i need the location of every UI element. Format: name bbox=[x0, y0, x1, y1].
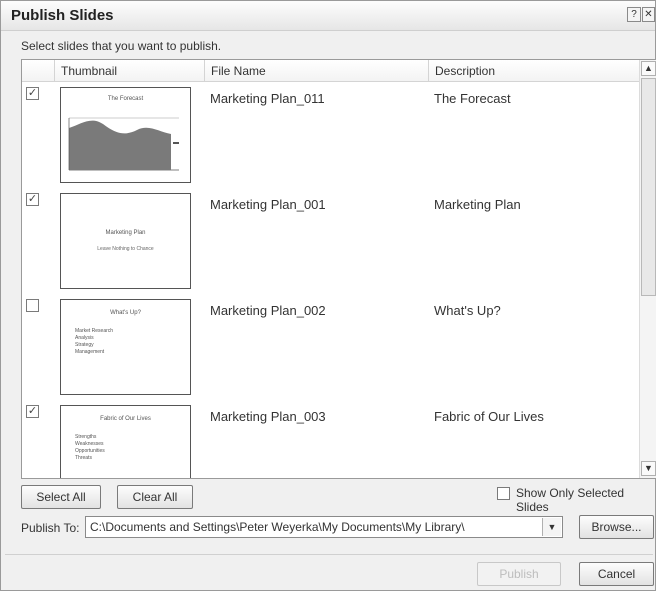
description-cell: The Forecast bbox=[434, 91, 511, 106]
publish-to-label: Publish To: bbox=[21, 521, 80, 535]
thumbnail-bullet: Strengths bbox=[75, 434, 97, 440]
thumbnail-subtitle: Leave Nothing to Chance bbox=[97, 246, 154, 252]
thumbnail-bullet: Threats bbox=[75, 455, 92, 461]
thumbnail-bullet: Analysis bbox=[75, 335, 94, 341]
clear-all-button[interactable]: Clear All bbox=[117, 485, 193, 509]
slide-checkbox[interactable]: ✓ bbox=[26, 405, 39, 418]
slide-thumbnail: What's Up? Market Research Analysis Stra… bbox=[60, 299, 191, 395]
file-name-cell: Marketing Plan_003 bbox=[210, 409, 326, 424]
slide-thumbnail: Marketing Plan Leave Nothing to Chance bbox=[60, 193, 191, 289]
cancel-button[interactable]: Cancel bbox=[579, 562, 654, 586]
description-cell: Fabric of Our Lives bbox=[434, 409, 544, 424]
description-cell: Marketing Plan bbox=[434, 197, 521, 212]
publish-to-input[interactable] bbox=[88, 518, 540, 536]
scroll-up-arrow-icon[interactable]: ▲ bbox=[641, 61, 656, 76]
slide-row[interactable]: ✓ The Forecast Marketing Plan_011 The Fo… bbox=[22, 83, 639, 189]
browse-button[interactable]: Browse... bbox=[579, 515, 654, 539]
thumbnail-title: Marketing Plan bbox=[105, 230, 146, 236]
grid-header: Thumbnail File Name Description bbox=[22, 60, 639, 82]
thumbnail-bullet: Opportunities bbox=[75, 448, 105, 454]
slide-thumbnail: The Forecast bbox=[60, 87, 191, 183]
thumbnail-bullet: Management bbox=[75, 349, 105, 355]
close-icon[interactable]: ✕ bbox=[642, 7, 655, 22]
thumbnail-chart bbox=[68, 117, 179, 171]
title-bar: Publish Slides ? ✕ bbox=[1, 1, 655, 31]
dialog-title: Publish Slides bbox=[11, 7, 114, 24]
scroll-down-arrow-icon[interactable]: ▼ bbox=[641, 461, 656, 476]
thumbnail-bullet: Market Research bbox=[75, 328, 114, 334]
slide-row[interactable]: What's Up? Market Research Analysis Stra… bbox=[22, 295, 639, 401]
thumbnail-bullet: Strategy bbox=[75, 342, 94, 348]
publish-to-combobox[interactable]: ▼ bbox=[85, 516, 563, 538]
slide-thumbnail: Fabric of Our Lives Strengths Weaknesses… bbox=[60, 405, 191, 478]
thumbnail-title: What's Up? bbox=[110, 310, 141, 316]
slides-grid: Thumbnail File Name Description ✓ The Fo… bbox=[21, 59, 656, 479]
scrollbar-thumb[interactable] bbox=[641, 78, 656, 296]
thumbnail-bullet: Weaknesses bbox=[75, 441, 104, 447]
file-name-cell: Marketing Plan_011 bbox=[210, 91, 325, 106]
divider bbox=[5, 554, 653, 555]
thumbnail-bullets: Strengths Weaknesses Opportunities Threa… bbox=[69, 434, 105, 462]
publish-button[interactable]: Publish bbox=[477, 562, 561, 586]
column-header-description[interactable]: Description bbox=[428, 60, 639, 82]
publish-slides-dialog: Publish Slides ? ✕ Select slides that yo… bbox=[0, 0, 656, 591]
file-name-cell: Marketing Plan_001 bbox=[210, 197, 326, 212]
thumbnail-title: Fabric of Our Lives bbox=[100, 416, 151, 422]
chevron-down-icon[interactable]: ▼ bbox=[542, 518, 561, 536]
description-cell: What's Up? bbox=[434, 303, 501, 318]
slide-checkbox[interactable]: ✓ bbox=[26, 87, 39, 100]
show-only-selected-label[interactable]: Show Only Selected Slides bbox=[516, 486, 655, 514]
slide-checkbox[interactable] bbox=[26, 299, 39, 312]
show-only-selected-checkbox[interactable] bbox=[497, 487, 510, 500]
instruction-text: Select slides that you want to publish. bbox=[21, 39, 222, 53]
question-icon[interactable]: ? bbox=[627, 7, 641, 22]
vertical-scrollbar[interactable]: ▲ ▼ bbox=[639, 60, 656, 478]
slide-row[interactable]: ✓ Marketing Plan Leave Nothing to Chance… bbox=[22, 189, 639, 295]
slide-row[interactable]: ✓ Fabric of Our Lives Strengths Weakness… bbox=[22, 401, 639, 478]
select-all-button[interactable]: Select All bbox=[21, 485, 101, 509]
slide-checkbox[interactable]: ✓ bbox=[26, 193, 39, 206]
thumbnail-bullets: Market Research Analysis Strategy Manage… bbox=[69, 328, 113, 356]
column-header-thumbnail[interactable]: Thumbnail bbox=[54, 60, 204, 82]
file-name-cell: Marketing Plan_002 bbox=[210, 303, 326, 318]
column-header-file-name[interactable]: File Name bbox=[204, 60, 428, 82]
